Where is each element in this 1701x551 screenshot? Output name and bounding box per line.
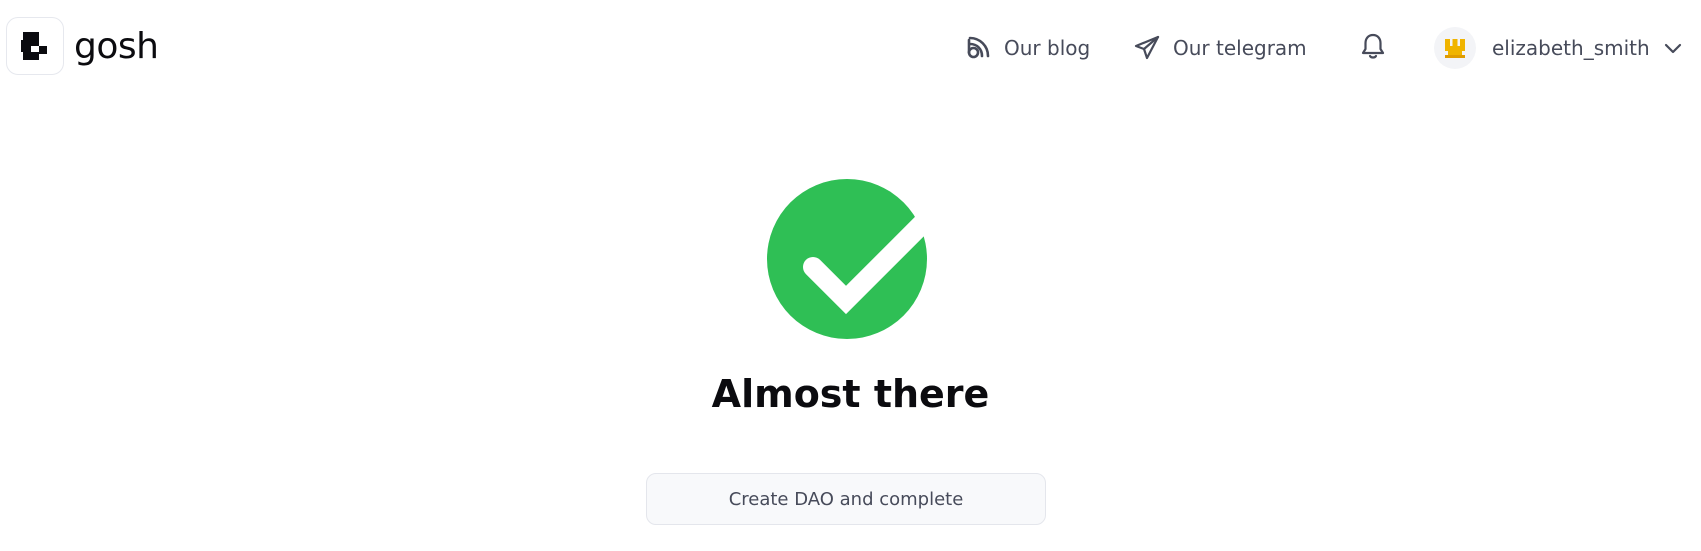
bell-icon [1360,32,1386,64]
create-dao-button[interactable]: Create DAO and complete [646,473,1046,525]
logo-text: gosh [74,25,159,67]
page-title: Almost there [711,372,990,416]
telegram-label: Our telegram [1173,36,1307,60]
logo-link[interactable]: gosh [6,17,159,75]
avatar-icon [1445,39,1465,58]
logo-icon [6,17,64,75]
blog-icon [964,34,992,62]
chevron-down-icon [1664,42,1682,54]
check-icon [766,178,933,340]
header: gosh Our blog Our telegram elizabeth_smi… [0,0,1701,100]
username: elizabeth_smith [1492,36,1650,60]
telegram-link[interactable]: Our telegram [1133,30,1307,66]
blog-label: Our blog [1004,36,1091,60]
user-menu[interactable]: elizabeth_smith [1434,27,1682,69]
blog-link[interactable]: Our blog [964,30,1090,66]
notifications-button[interactable] [1356,31,1390,65]
avatar [1434,27,1476,69]
telegram-icon [1133,34,1161,62]
